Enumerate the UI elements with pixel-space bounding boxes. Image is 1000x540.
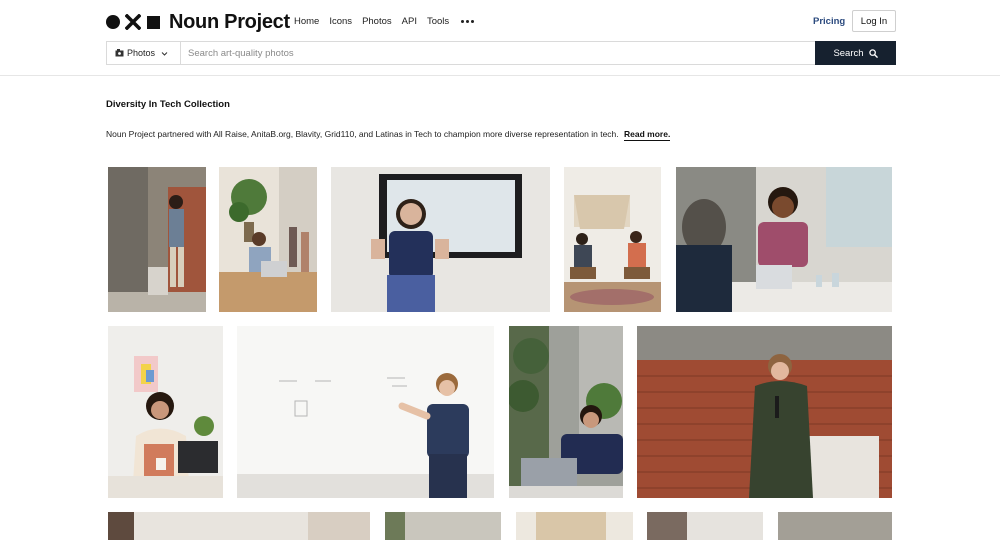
login-button[interactable]: Log In: [852, 10, 896, 32]
main-nav: Home Icons Photos API Tools: [294, 16, 475, 27]
photo-man-standing-with-tablet[interactable]: [108, 167, 206, 312]
photo-person-speaking-with-microphone[interactable]: [637, 326, 892, 498]
photo-woman-with-laptop-and-mug[interactable]: [108, 326, 223, 498]
nav-icons[interactable]: Icons: [329, 16, 352, 27]
photo-two-women-seated-talking[interactable]: [564, 167, 661, 312]
collection-description-text: Noun Project partnered with All Raise, A…: [106, 129, 619, 139]
photo-man-at-laptop-with-plant[interactable]: [219, 167, 317, 312]
nav-tools[interactable]: Tools: [427, 16, 449, 27]
photo-row3-2[interactable]: [385, 512, 501, 540]
photo-man-at-whiteboard[interactable]: [237, 326, 494, 498]
brand-name[interactable]: Noun Project: [169, 11, 290, 34]
photo-woman-working-on-laptop[interactable]: [509, 326, 623, 498]
pricing-link[interactable]: Pricing: [813, 16, 845, 27]
photo-row3-4[interactable]: [647, 512, 763, 540]
search-type-label: Photos: [127, 48, 156, 58]
photo-man-smiling-in-meeting[interactable]: [676, 167, 892, 312]
nav-home[interactable]: Home: [294, 16, 319, 27]
photo-row3-3[interactable]: [516, 512, 633, 540]
photo-icon: [115, 49, 124, 57]
photo-row3-1[interactable]: [108, 512, 370, 540]
noun-project-logo[interactable]: [106, 14, 160, 30]
search-input[interactable]: [181, 42, 815, 64]
logo-x-icon: [125, 14, 141, 30]
logo-circle-icon: [106, 15, 120, 29]
photo-woman-presenting-before-screen[interactable]: [331, 167, 550, 312]
chevron-down-icon: [161, 51, 168, 56]
search-icon: [868, 48, 878, 58]
nav-api[interactable]: API: [402, 16, 417, 27]
search-type-dropdown[interactable]: Photos: [107, 42, 181, 64]
read-more-link[interactable]: Read more.: [624, 129, 671, 141]
collection-description: Noun Project partnered with All Raise, A…: [106, 129, 671, 141]
search-button-label: Search: [833, 47, 864, 59]
search-button[interactable]: Search: [815, 41, 896, 65]
more-menu-icon[interactable]: [461, 20, 475, 23]
search-bar: Photos Search: [106, 41, 896, 65]
nav-photos[interactable]: Photos: [362, 16, 392, 27]
logo-square-icon: [147, 15, 160, 29]
site-header: Noun Project Home Icons Photos API Tools…: [0, 0, 1000, 76]
photo-row3-5[interactable]: [778, 512, 892, 540]
collection-title: Diversity In Tech Collection: [106, 99, 230, 110]
